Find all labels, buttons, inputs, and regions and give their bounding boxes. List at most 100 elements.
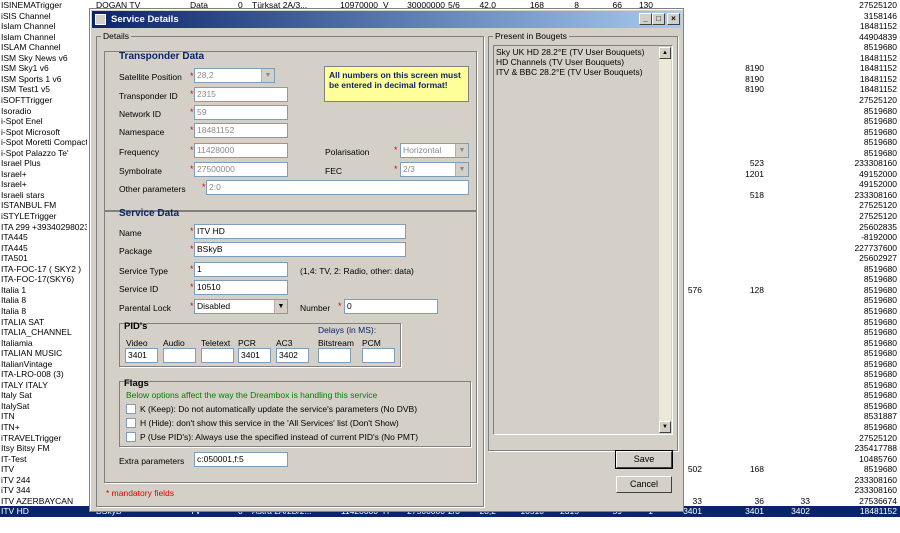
cell-ns: 27525120	[859, 211, 897, 221]
cell-name: ITA 299 +39340298023(	[1, 221, 87, 232]
parental-lock-value: Disabled	[197, 301, 231, 311]
extra-parameters-field[interactable]: c:050001,f:5	[194, 452, 288, 467]
cell-name: Itsy Bitsy FM	[1, 443, 50, 454]
name-label: Name	[119, 228, 142, 238]
flag-h-checkbox[interactable]	[126, 418, 136, 428]
fec-label: FEC	[325, 166, 342, 176]
bouquet-item[interactable]: HD Channels (TV User Bouquets)	[496, 57, 624, 67]
cell-name: ITALY ITALY	[1, 379, 48, 390]
cell-ns: 233308160	[854, 474, 897, 485]
cell-ns: 8519680	[863, 274, 897, 285]
cancel-button[interactable]: Cancel	[616, 476, 672, 493]
cell-ns: 8519680	[863, 126, 897, 137]
service-type-field[interactable]: 1	[194, 262, 288, 277]
bouquets-legend: Present in Bougets	[495, 31, 567, 41]
cell-ns: 8519680	[863, 295, 897, 306]
cell-name: ISINEMATrigger	[1, 0, 62, 10]
save-button[interactable]: Save	[615, 450, 673, 469]
cell-name: Israel Plus	[1, 158, 41, 169]
cell-ns: 8519680	[863, 358, 897, 369]
pcm-label: PCM	[362, 338, 381, 348]
cell-name: ItalySat	[1, 400, 30, 411]
cell-ns: 18481152	[859, 52, 897, 63]
satellite-position-label: Satellite Position	[119, 72, 182, 82]
teletext-pid-field[interactable]	[201, 348, 234, 363]
cell-ns: 8519680	[863, 42, 897, 53]
cell-name: ITV	[1, 464, 15, 475]
parental-lock-select[interactable]: Disabled ▼	[194, 299, 288, 314]
mandatory-star: *	[190, 226, 194, 236]
cell-pcr: 1201	[745, 168, 764, 179]
namespace-field: 18481152	[194, 123, 288, 138]
cell-ns: 8519680	[863, 379, 897, 390]
other-parameters-label: Other parameters	[119, 184, 186, 194]
cell-ns: 18481152	[859, 63, 897, 74]
cell-ns: 233308160	[854, 485, 897, 496]
other-parameters-field: 2:0	[206, 180, 469, 195]
cell-ns: 8519680	[863, 316, 897, 327]
cell-pcr: 518	[749, 189, 764, 200]
service-type-label: Service Type	[119, 266, 168, 276]
flag-p-checkbox[interactable]	[126, 432, 136, 442]
frequency-label: Frequency	[119, 147, 160, 157]
fec-select: 2/3 ▼	[400, 162, 469, 177]
cell-ns: 8519680	[863, 400, 897, 411]
cell-name: ITA-FOC-17 ( SKY2 )	[1, 263, 82, 274]
satellite-position-value: 28,2	[197, 70, 214, 80]
video-pid-field[interactable]: 3401	[125, 348, 158, 363]
ac3-pid-field[interactable]: 3402	[276, 348, 309, 363]
cell-ns: 235417788	[854, 443, 897, 454]
cell-pcr: 128	[749, 284, 764, 295]
name-field[interactable]: ITV HD	[194, 224, 406, 239]
minimize-button[interactable]: _	[639, 13, 652, 25]
cell-ns: 227737600	[854, 242, 897, 253]
cell-name: Islam Channel	[1, 31, 56, 42]
cell-name: ITN	[1, 411, 15, 422]
teletext-label: Teletext	[201, 338, 231, 348]
cell-name: i-Spot Enel	[1, 116, 43, 127]
cell-name: ITALIAN MUSIC	[1, 348, 63, 359]
cell-ns: 18481152	[859, 73, 897, 84]
fec-value: 2/3	[403, 164, 415, 174]
cell-name: iSOFTTrigger	[1, 94, 53, 105]
title-bar[interactable]: Service Details _ □ ×	[92, 11, 681, 28]
cell-pcr: 8190	[745, 63, 764, 74]
cell-ns: 8519680	[863, 105, 897, 116]
scroll-down-icon[interactable]: ▼	[659, 421, 671, 433]
package-field[interactable]: BSkyB	[194, 242, 406, 257]
pcr-pid-field[interactable]: 3401	[238, 348, 271, 363]
pcr-label: PCR	[238, 338, 256, 348]
pcm-delay-field[interactable]	[362, 348, 395, 363]
cell-name: Italia 1	[1, 284, 27, 295]
audio-pid-field[interactable]	[163, 348, 196, 363]
cell-name: ITA445	[1, 232, 28, 243]
cell-ns: 8519680	[863, 116, 897, 127]
cell-ns: 27525120	[859, 0, 897, 10]
bouquet-item[interactable]: Sky UK HD 28.2°E (TV User Bouquets)	[496, 47, 644, 57]
cell-ns: 233308160	[854, 158, 897, 169]
mandatory-star: *	[190, 89, 194, 99]
cell-pcr: 8190	[745, 73, 764, 84]
close-button[interactable]: ×	[667, 13, 680, 25]
cell-ns: 27525120	[859, 200, 897, 211]
cell-ns: 25602835	[859, 221, 897, 232]
bitstream-delay-field[interactable]	[318, 348, 351, 363]
cell-name: Israeli stars	[1, 189, 45, 200]
flags-note: Below options affect the way the Dreambo…	[126, 390, 378, 400]
mandatory-note: * mandatory fields	[106, 488, 175, 498]
cell-name: ISLAM Channel	[1, 42, 61, 53]
cell-name: i-Spot Microsoft	[1, 126, 61, 137]
scroll-up-icon[interactable]: ▲	[659, 47, 671, 59]
cell-name: ITA-FOC-17(SKY6)	[1, 274, 75, 285]
transponder-header: Transponder Data	[119, 51, 205, 62]
maximize-button[interactable]: □	[652, 13, 665, 25]
flag-k-checkbox[interactable]	[126, 404, 136, 414]
bouquets-list[interactable]: Sky UK HD 28.2°E (TV User Bouquets) HD C…	[493, 45, 673, 435]
bouquets-scrollbar[interactable]: ▲ ▼	[659, 47, 671, 433]
mandatory-star: *	[202, 182, 206, 192]
bouquet-item[interactable]: ITV & BBC 28.2°E (TV User Bouquets)	[496, 67, 643, 77]
number-field[interactable]: 0	[344, 299, 438, 314]
cell-name: ISM Sky1 v6	[1, 63, 49, 74]
service-id-field[interactable]: 10510	[194, 280, 288, 295]
cell-ac3: 33	[800, 495, 810, 506]
